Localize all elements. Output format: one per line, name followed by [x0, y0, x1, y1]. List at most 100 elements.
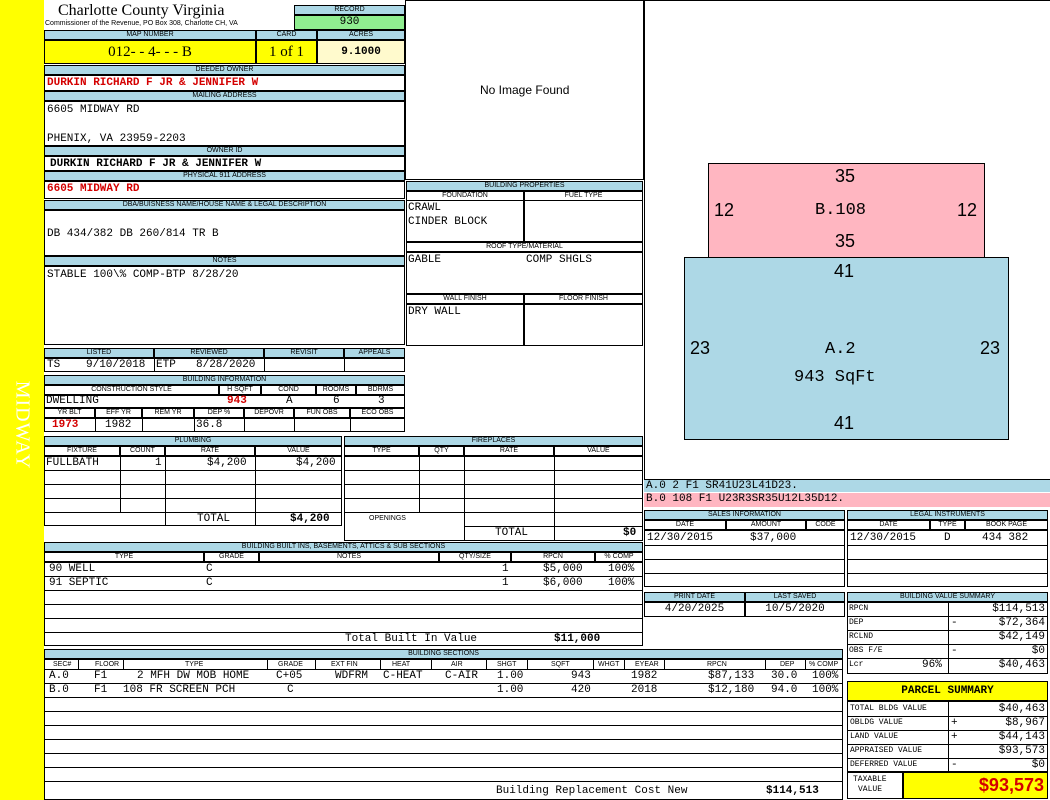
- reviewed-by: ETP: [156, 359, 176, 371]
- fireplaces-table: OPENINGS TOTAL $0: [344, 456, 643, 541]
- rpcn-label: RPCN: [849, 604, 869, 613]
- deferred-label: DEFERRED VALUE: [850, 760, 918, 769]
- print-date-label: PRINT DATE: [644, 592, 745, 602]
- builtins-table: 90 WELL C 1 $5,000 100% 91 SEPTIC C 1 $6…: [44, 562, 643, 646]
- taxable-label-2: VALUE: [858, 785, 883, 794]
- print-date-box: 4/20/2025: [644, 602, 745, 617]
- eyear-header: EYEAR: [635, 661, 659, 668]
- legal-type: D: [944, 532, 951, 544]
- section-comp: 100%: [812, 684, 839, 696]
- map-number-box: 012- - 4- - - B: [44, 40, 256, 64]
- hsqft-label: H SQFT: [219, 385, 261, 395]
- builtin-row-2-comp: 100%: [608, 577, 635, 589]
- lcr-label: Lcr: [849, 660, 864, 669]
- dep-sign: -: [951, 617, 958, 629]
- owner-id-label: OWNER ID: [44, 146, 405, 156]
- record-box: 930: [294, 15, 405, 30]
- dep-label: DEP: [849, 618, 864, 627]
- fireplace-value-label: VALUE: [554, 446, 643, 456]
- deeded-owner-value: DURKIN RICHARD F JR & JENNIFER W: [47, 77, 259, 89]
- building-info-title: BUILDING INFORMATION: [44, 375, 405, 385]
- section-sec: B.0: [49, 684, 69, 696]
- building-properties-title: BUILDING PROPERTIES: [406, 181, 643, 191]
- acres-box: 9.1000: [317, 40, 405, 64]
- notes-value: STABLE 100\% COMP-BTP 8/28/20: [47, 269, 239, 281]
- physical-address-value: 6605 MIDWAY RD: [47, 183, 140, 195]
- whgt-header: WHGT: [598, 661, 620, 668]
- dep-pct-label: DEP %: [194, 408, 244, 418]
- section-grade: C+05: [276, 670, 303, 682]
- sections-header-row: SEC# FLOOR TYPE GRADE EXT FIN HEAT AIR S…: [45, 660, 842, 669]
- sales-title: SALES INFORMATION: [644, 510, 845, 520]
- section-heat: C-HEAT: [383, 670, 423, 682]
- rooms-value: 6: [333, 395, 340, 407]
- mailing-address-line2: PHENIX, VA 23959-2203: [47, 133, 186, 145]
- no-image-text: No Image Found: [480, 83, 570, 97]
- cond-label: COND: [261, 385, 316, 395]
- b-bottom-dim: 35: [835, 231, 856, 251]
- parcel-summary-title: PARCEL SUMMARY: [901, 685, 994, 697]
- plumbing-table: FULLBATH 1 $4,200 $4,200 TOTAL $4,200: [44, 456, 342, 526]
- grade-header: GRADE: [278, 661, 303, 668]
- plumbing-count-label: COUNT: [120, 446, 165, 456]
- road-sidebar: MIDWAY: [0, 0, 44, 800]
- mailing-address-line1: 6605 MIDWAY RD: [47, 104, 140, 116]
- section-dep: 30.0: [771, 670, 798, 682]
- owner-id-box: DURKIN RICHARD F JR & JENNIFER W: [44, 156, 405, 171]
- building-info-row2: 1973 1982 36.8: [44, 418, 405, 432]
- heat-header: HEAT: [392, 661, 411, 668]
- builtins-total-label: Total Built In Value: [345, 633, 478, 645]
- listed-label: LISTED: [44, 348, 154, 358]
- section-row: B.0 F1 108 FR SCREEN PCH C 1.00 420 2018…: [45, 684, 842, 697]
- total-bldg-label: TOTAL BLDG VALUE: [850, 704, 927, 713]
- builtin-row-1-type: 90 WELL: [49, 563, 96, 575]
- map-number-value: 012- - 4- - - B: [108, 44, 192, 60]
- extfin-header: EXT FIN: [331, 661, 358, 668]
- mailing-address-label: MAILING ADDRESS: [44, 91, 405, 101]
- plumbing-rate: $4,200: [207, 457, 247, 469]
- section-floor: F1: [94, 684, 108, 696]
- builtin-row-1-comp: 100%: [608, 563, 635, 575]
- revisit-label: REVISIT: [264, 348, 344, 358]
- builtin-row-1-grade: C: [206, 563, 213, 575]
- listed-date: 9/10/2018: [86, 359, 146, 371]
- obldg-sign: +: [951, 717, 958, 729]
- depovr-label: DEPOVR: [244, 408, 294, 418]
- acres-label: ACRES: [317, 30, 405, 40]
- construction-style-value: DWELLING: [46, 395, 99, 407]
- legal-book: 434 382: [982, 532, 1029, 544]
- builtins-title: BUILDING BUILT INS, BASEMENTS, ATTICS & …: [44, 542, 643, 552]
- value-summary-table: RPCN $114,513 DEP - $72,364 RCLND $42,14…: [847, 602, 1048, 674]
- appraised-label: APPRAISED VALUE: [850, 746, 923, 755]
- wall-finish-value: DRY WALL: [408, 306, 461, 318]
- dep-value: $72,364: [998, 617, 1045, 629]
- land-sign: +: [951, 731, 958, 743]
- physical-address-box: 6605 MIDWAY RD: [44, 181, 405, 199]
- comp-header: % COMP: [809, 661, 839, 668]
- deeded-owner-box: DURKIN RICHARD F JR & JENNIFER W: [44, 75, 405, 91]
- obs-label: OBS F/E: [849, 646, 883, 655]
- floor-finish-box: [524, 304, 643, 346]
- obs-value: $0: [1031, 645, 1045, 657]
- section-eyear: 1982: [631, 670, 658, 682]
- foundation-value-2: CINDER BLOCK: [408, 216, 488, 228]
- remyr-label: REM YR: [142, 408, 194, 418]
- fireplace-total: $0: [623, 527, 637, 539]
- dba-label: DBA/BUISNESS NAME/HOUSE NAME & LEGAL DES…: [44, 200, 405, 210]
- rclnd-label: RCLND: [849, 632, 874, 641]
- builtin-row-1-rpcn: $5,000: [543, 563, 583, 575]
- builtins-notes-label: NOTES: [259, 552, 439, 562]
- mailing-address-box: 6605 MIDWAY RD PHENIX, VA 23959-2203: [44, 101, 405, 146]
- sketch-legend-b: B.0 108 F1 U23R3SR35U12L35D12.: [644, 493, 1050, 507]
- fireplaces-title: FIREPLACES: [344, 436, 643, 446]
- shgt-header: SHGT: [497, 661, 517, 668]
- section-air: C-AIR: [445, 670, 479, 682]
- section-sqft: 943: [571, 670, 591, 682]
- wall-finish-box: DRY WALL: [406, 304, 524, 346]
- obs-sign: -: [951, 645, 958, 657]
- sketch-panel: 35 12 B.108 12 35 41 23 A.2 943 SqFt 23 …: [644, 0, 1050, 480]
- sales-date: 12/30/2015: [647, 532, 714, 544]
- dep-pct-value: 36.8: [196, 419, 223, 431]
- plumbing-value: $4,200: [296, 457, 336, 469]
- fireplace-openings-label: OPENINGS: [369, 515, 406, 522]
